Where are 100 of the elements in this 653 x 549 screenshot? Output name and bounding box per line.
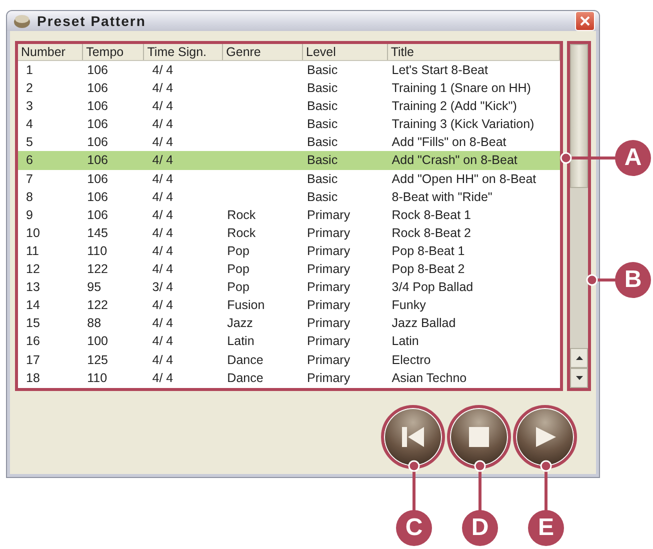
table-cell-text: Primary [306, 224, 352, 242]
table-cell-text: Pop [226, 279, 250, 296]
table-cell-text: 4/ 4 [151, 98, 174, 116]
table-cell-text: 8 [25, 188, 34, 206]
table-cell-text: 6 [25, 152, 34, 170]
column-header[interactable]: Level [303, 44, 388, 60]
table-cell-text: 4/ 4 [151, 242, 174, 260]
scroll-thumb[interactable] [570, 44, 588, 188]
table-cell-text: Basic [306, 98, 339, 116]
table-cell-text: Basic [306, 170, 339, 188]
table-row[interactable]: 6 106 4/ 4 Basic Add "Crash" on 8-Beat [18, 151, 560, 170]
skip-back-icon [400, 425, 426, 449]
table-cell-text: 3/ 4 [151, 279, 174, 296]
table-cell-text: Pop [226, 261, 250, 278]
table-cell-text: 1 [25, 62, 34, 79]
table-cell-text: 4/ 4 [151, 352, 174, 368]
table-cell-text: 110 [86, 370, 108, 387]
table-cell-text: 18 [25, 370, 41, 387]
table-cell-text: 4/ 4 [151, 297, 174, 314]
table-cell-text: Pop [226, 242, 250, 260]
table-cell-text: 17 [25, 352, 41, 368]
table-cell-text: 4/ 4 [151, 206, 174, 224]
table-cell-text: 106 [86, 170, 109, 188]
table-cell-text: Primary [306, 206, 352, 224]
table-cell-text: Training 2 (Add "Kick") [390, 98, 518, 116]
table-cell-text: 10 [25, 224, 41, 242]
table-cell-text: Rock [226, 224, 257, 242]
table-cell-text: 106 [86, 152, 109, 170]
table-cell-text: 106 [86, 62, 109, 79]
table-cell-text: 125 [86, 352, 109, 368]
table-cell-text: 7 [25, 170, 34, 188]
table-cell-text: 12 [25, 261, 41, 278]
table-cell-text: Jazz Ballad [390, 315, 457, 332]
table-row[interactable]: 7 106 4/ 4 Basic Add "Open HH" on 8-Beat [18, 170, 560, 188]
scroll-up-button[interactable] [570, 348, 588, 368]
table-cell-text: Primary [306, 333, 352, 350]
table-cell-text: Basic [306, 80, 339, 98]
table-cell-text: Training 3 (Kick Variation) [390, 116, 536, 134]
table-cell-text: 95 [86, 279, 102, 296]
column-header[interactable]: Tempo [83, 44, 144, 60]
table-cell-text: 4/ 4 [151, 333, 174, 350]
table-cell-text: Funky [390, 297, 427, 314]
table-cell-text: Primary [306, 297, 352, 314]
table-cell-text: 110 [86, 242, 108, 260]
table-cell-text: 106 [86, 80, 109, 98]
table-cell-text: 106 [86, 206, 109, 224]
scrollbar[interactable] [567, 41, 591, 391]
table-cell-text: 5 [25, 134, 34, 152]
table-cell-text: 16 [25, 333, 41, 350]
table-cell-text: Electro [390, 352, 432, 368]
table-cell-text: Dance [226, 370, 264, 387]
column-header[interactable]: Genre [223, 44, 304, 60]
table-cell-text: 4 [25, 116, 34, 134]
table-cell-text: Latin [226, 333, 256, 350]
table-cell-text: 4/ 4 [151, 370, 174, 387]
table-cell-text: 88 [86, 315, 102, 332]
scroll-down-button[interactable] [570, 368, 588, 388]
table-cell-text: Add "Crash" on 8-Beat [390, 152, 518, 170]
table-cell-text: Rock 8-Beat 1 [390, 206, 472, 224]
table-cell-text: 4/ 4 [151, 224, 174, 242]
table-cell-text: 106 [86, 98, 109, 116]
column-header[interactable]: Time Sign. [144, 44, 224, 60]
table-cell-text: Let's Start 8-Beat [390, 62, 489, 79]
table-cell-text: 4/ 4 [151, 134, 174, 152]
table-cell-text: 4/ 4 [151, 80, 174, 98]
column-header[interactable]: Title [388, 44, 560, 60]
table-cell-text: 3/4 Pop Ballad [390, 279, 474, 296]
table-cell-text: 4/ 4 [151, 170, 174, 188]
column-header[interactable]: Number [18, 44, 84, 60]
table-cell-text: Primary [306, 315, 352, 332]
callout-badge: E [528, 510, 564, 546]
table-cell-text: 14 [25, 297, 41, 314]
table-cell-text: Primary [306, 242, 352, 260]
table-cell-text: Asian Techno [390, 370, 468, 387]
table-cell-text: 4/ 4 [151, 116, 174, 134]
table-cell-text: Primary [306, 370, 352, 387]
table-cell-text: 4/ 4 [151, 62, 174, 79]
table-cell-text: 4/ 4 [151, 152, 174, 170]
table-cell-text: 106 [86, 116, 109, 134]
table-cell-text: 4/ 4 [151, 188, 174, 206]
table-cell-text: Basic [306, 188, 339, 206]
table-cell-text: 3 [25, 98, 34, 116]
table-cell-text: Basic [306, 62, 339, 79]
table-cell-text: Fusion [226, 297, 266, 314]
close-icon [580, 16, 590, 26]
callout-badge: D [462, 510, 498, 546]
table-cell-text: 122 [86, 297, 109, 314]
table-cell-text: 4/ 4 [151, 261, 174, 278]
table-cell-text: Dance [226, 352, 264, 368]
table-cell-text: Primary [306, 261, 352, 278]
table-cell-text: Basic [306, 134, 339, 152]
close-button[interactable] [575, 11, 595, 31]
table-cell-text: 4/ 4 [151, 315, 174, 332]
table-cell-text: Latin [390, 333, 420, 350]
table-cell-text: 9 [25, 206, 34, 224]
table-cell-text: 100 [86, 333, 109, 350]
table-cell-text: 11 [25, 242, 40, 260]
table-cell-text: Pop 8-Beat 2 [390, 261, 466, 278]
table-cell-text: Pop 8-Beat 1 [390, 242, 466, 260]
table-cell-text: 106 [86, 134, 109, 152]
